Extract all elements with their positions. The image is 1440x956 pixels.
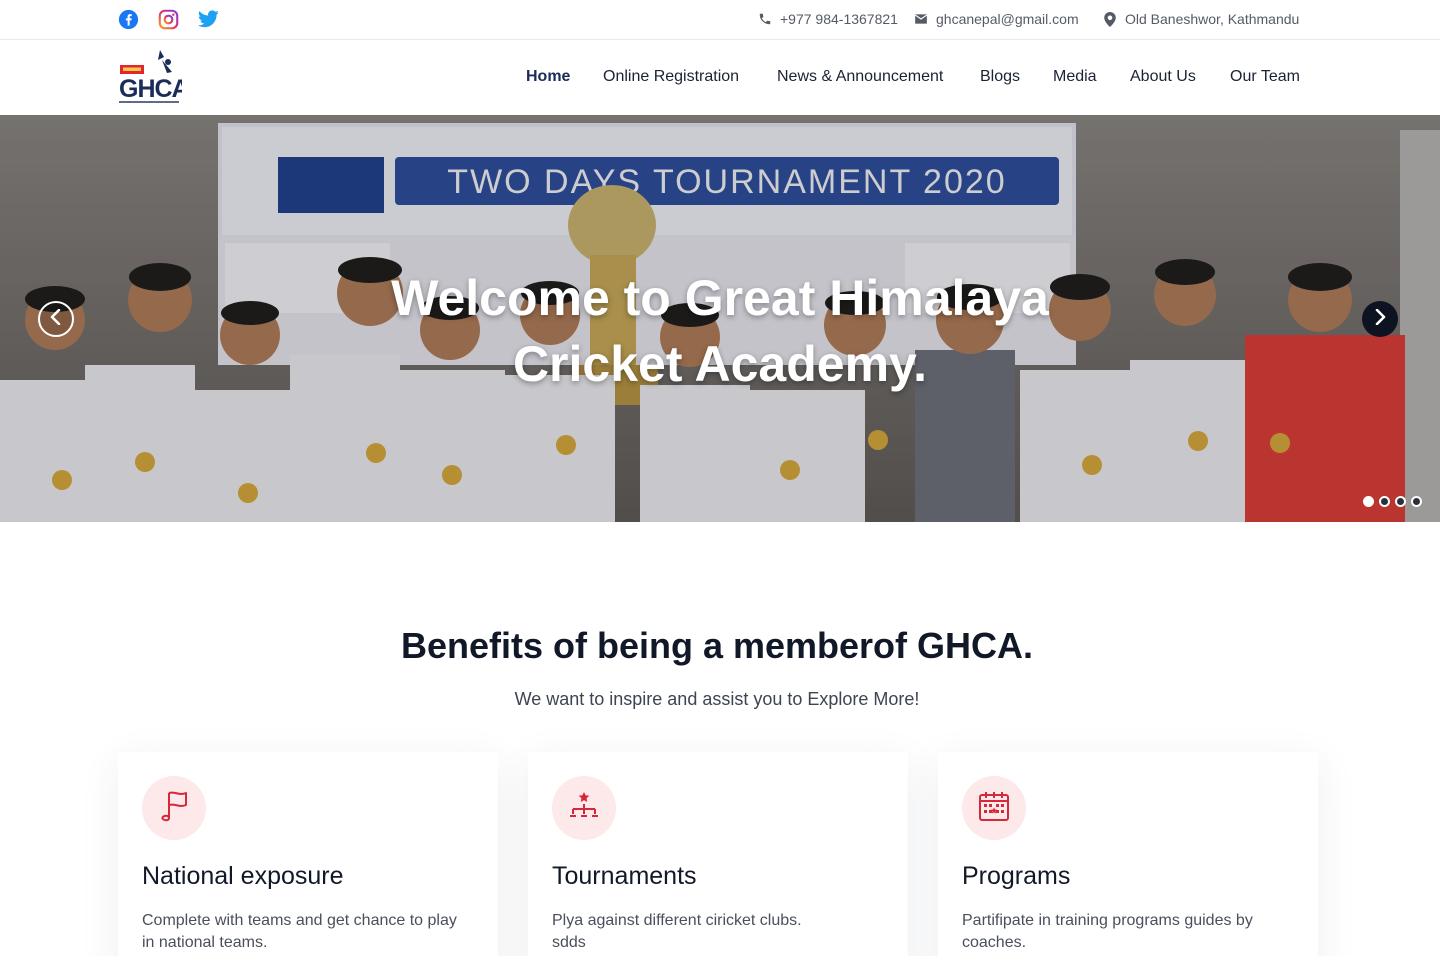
svg-text:GHCA: GHCA — [119, 75, 182, 103]
slider-prev-button[interactable] — [38, 301, 74, 337]
email-contact: ghcanepal@gmail.com — [913, 11, 1079, 27]
nav-home[interactable]: Home — [526, 68, 570, 86]
benefit-card-description: Complete with teams and get chance to pl… — [142, 912, 457, 951]
benefits-title: Benefits of being a memberof GHCA. — [400, 625, 1034, 666]
benefit-icon-badge — [552, 776, 616, 840]
hero-title-line1: Welcome to Great Himalaya — [391, 270, 1049, 326]
flag-icon — [158, 789, 190, 828]
hero-title-line2: Cricket Academy. — [512, 336, 928, 392]
top-bar: +977 984-1367821 ghcanepal@gmail.com Old… — [0, 0, 1440, 40]
slider-next-button[interactable] — [1362, 301, 1398, 337]
slider-dot-2[interactable] — [1379, 496, 1390, 507]
benefit-card-description: Partifipate in training programs guides … — [962, 912, 1253, 951]
slider-dot-1[interactable] — [1363, 496, 1374, 507]
address-contact: Old Baneshwor, Kathmandu — [1102, 11, 1299, 27]
instagram-icon[interactable] — [157, 8, 179, 30]
tournament-bracket-icon — [568, 790, 600, 827]
slider-dot-4[interactable] — [1411, 496, 1422, 507]
benefit-card-title: Programs — [962, 862, 1071, 890]
benefit-card-tournaments[interactable]: Tournaments Plya against different ciric… — [528, 752, 908, 956]
nav-media[interactable]: Media — [1053, 68, 1097, 86]
facebook-icon[interactable] — [117, 8, 139, 30]
slider-pagination — [1363, 496, 1422, 507]
location-pin-icon — [1102, 11, 1118, 27]
ghca-logo[interactable]: GHCA — [116, 48, 191, 108]
chevron-left-icon — [50, 308, 62, 330]
nav-our-team[interactable]: Our Team — [1230, 68, 1300, 86]
hero-slider: TWO DAYS TOURNAMENT 2020 Welcome to Grea… — [0, 115, 1440, 522]
benefit-card-programs[interactable]: Programs Partifipate in training program… — [938, 752, 1318, 956]
hero-title: Welcome to Great Himalaya Cricket Academ… — [340, 265, 1100, 397]
benefit-icon-badge — [962, 776, 1026, 840]
nav-online-registration[interactable]: Online Registration — [603, 68, 739, 86]
phone-contact: +977 984-1367821 — [757, 11, 898, 27]
site-header: GHCA Home Online Registration News & Ann… — [0, 40, 1440, 115]
benefit-card-title: Tournaments — [552, 862, 697, 890]
nav-blogs[interactable]: Blogs — [980, 68, 1020, 86]
phone-icon — [757, 11, 773, 27]
benefit-card-title: National exposure — [142, 862, 344, 890]
benefit-icon-badge — [142, 776, 206, 840]
twitter-icon[interactable] — [197, 8, 219, 30]
calendar-icon — [978, 790, 1010, 827]
chevron-right-icon — [1374, 308, 1386, 330]
slider-dot-3[interactable] — [1395, 496, 1406, 507]
benefits-subtitle: We want to inspire and assist you to Exp… — [514, 689, 920, 709]
mail-icon — [913, 11, 929, 27]
address-text: Old Baneshwor, Kathmandu — [1125, 11, 1300, 27]
nav-about-us[interactable]: About Us — [1130, 68, 1196, 86]
nav-news-announcement[interactable]: News & Announcement — [777, 68, 943, 86]
benefit-card-national-exposure[interactable]: National exposure Complete with teams an… — [118, 752, 498, 956]
benefit-card-description: Plya against different ciricket clubs. s… — [552, 912, 802, 951]
email-address[interactable]: ghcanepal@gmail.com — [936, 11, 1079, 27]
phone-number[interactable]: +977 984-1367821 — [780, 11, 898, 27]
